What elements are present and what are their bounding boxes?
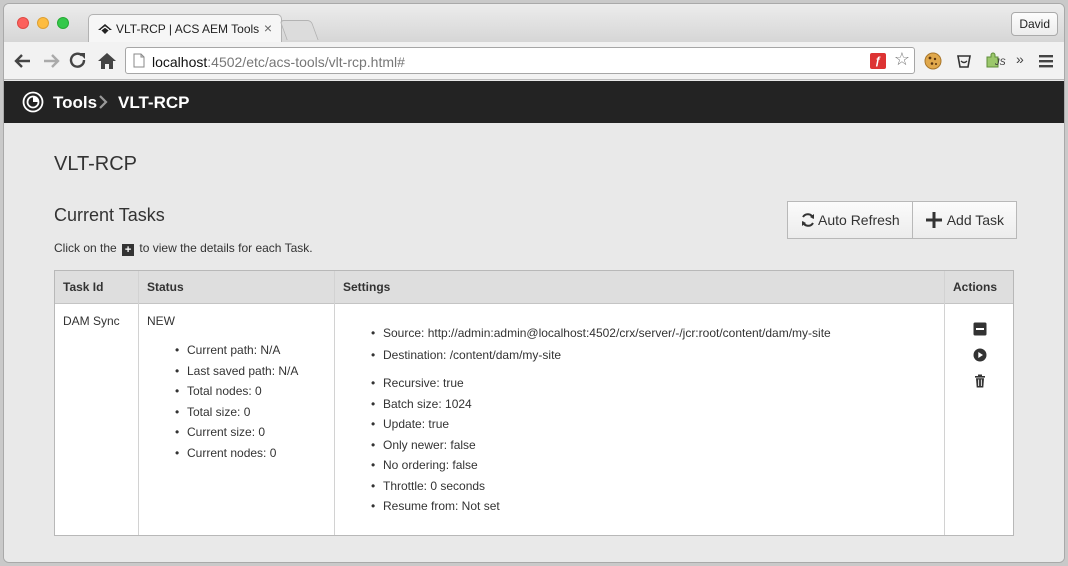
play-icon[interactable]: [973, 348, 987, 362]
cookie-extension-icon[interactable]: [923, 51, 943, 71]
reload-icon[interactable]: [67, 50, 89, 72]
main-content: VLT-RCP Current Tasks Click on the + to …: [4, 123, 1064, 562]
profile-button[interactable]: David: [1011, 12, 1058, 36]
url-text: localhost:4502/etc/acs-tools/vlt-rcp.htm…: [152, 54, 405, 70]
hint-text: Click on the + to view the details for e…: [54, 241, 313, 256]
back-icon[interactable]: [12, 50, 34, 72]
list-item: Only newer: false: [369, 435, 500, 456]
js-extension-label: JS: [995, 57, 1006, 67]
page-title: VLT-RCP: [54, 153, 137, 175]
list-item: Current path: N/A: [173, 340, 298, 361]
more-extensions-icon[interactable]: »: [1016, 51, 1024, 67]
browser-window: VLT-RCP | ACS AEM Tools × David localhos…: [3, 3, 1065, 563]
list-item: Update: true: [369, 414, 500, 435]
list-item: Total nodes: 0: [173, 381, 298, 402]
column-divider: [944, 271, 945, 535]
bookmark-star-icon[interactable]: ☆: [894, 49, 910, 70]
chevron-right-icon: [99, 95, 108, 109]
extension-cup-icon[interactable]: [955, 52, 973, 70]
column-header-actions: Actions: [953, 280, 998, 294]
refresh-icon: [802, 213, 814, 227]
expand-plus-icon: +: [122, 244, 135, 256]
page-icon: [133, 53, 145, 68]
auto-refresh-button[interactable]: Auto Refresh: [787, 201, 913, 239]
settings-paths-list: Source: http://admin:admin@localhost:450…: [369, 322, 831, 366]
section-title: Current Tasks: [54, 205, 165, 225]
list-item: Current size: 0: [173, 422, 298, 443]
browser-tab[interactable]: VLT-RCP | ACS AEM Tools ×: [88, 14, 282, 43]
list-item: Recursive: true: [369, 373, 500, 394]
forward-icon[interactable]: [40, 50, 62, 72]
js-extension-icon[interactable]: JS: [985, 51, 1007, 71]
add-task-button[interactable]: Add Task: [912, 201, 1018, 239]
column-header-task-id: Task Id: [63, 280, 104, 294]
list-item: Last saved path: N/A: [173, 361, 298, 382]
list-item: Batch size: 1024: [369, 394, 500, 415]
collapse-icon[interactable]: [973, 322, 987, 336]
tasks-table: Task Id Status Settings Actions DAM Sync…: [54, 270, 1014, 536]
breadcrumb-current: VLT-RCP: [118, 93, 190, 112]
favicon-icon: [98, 24, 112, 34]
breadcrumb-tools[interactable]: Tools: [53, 93, 97, 113]
flash-plugin-icon[interactable]: ƒ: [870, 53, 886, 69]
list-item: Total size: 0: [173, 402, 298, 423]
tab-close-icon[interactable]: ×: [264, 20, 272, 36]
list-item: Source: http://admin:admin@localhost:450…: [369, 322, 831, 344]
status-details-list: Current path: N/A Last saved path: N/A T…: [173, 340, 298, 464]
close-window-button[interactable]: [17, 17, 29, 29]
tab-title: VLT-RCP | ACS AEM Tools: [116, 22, 260, 36]
address-bar[interactable]: localhost:4502/etc/acs-tools/vlt-rcp.htm…: [125, 47, 915, 74]
trash-icon[interactable]: [974, 374, 986, 388]
column-header-settings: Settings: [343, 280, 391, 294]
column-divider: [334, 271, 335, 535]
column-header-status: Status: [147, 280, 184, 294]
new-tab-button[interactable]: [279, 20, 319, 40]
list-item: Current nodes: 0: [173, 443, 298, 464]
task-id-cell: DAM Sync: [63, 314, 120, 328]
list-item: No ordering: false: [369, 455, 500, 476]
add-task-label: Add Task: [946, 212, 1005, 228]
minimize-window-button[interactable]: [37, 17, 49, 29]
column-divider: [138, 271, 139, 535]
list-item: Destination: /content/dam/my-site: [369, 344, 831, 366]
table-header: Task Id Status Settings Actions: [55, 271, 1013, 304]
status-cell: NEW: [147, 314, 175, 328]
zoom-window-button[interactable]: [57, 17, 69, 29]
settings-options-list: Recursive: true Batch size: 1024 Update:…: [369, 373, 500, 517]
auto-refresh-label: Auto Refresh: [818, 212, 900, 228]
app-header: Tools VLT-RCP: [4, 81, 1064, 123]
aem-logo-icon[interactable]: [22, 91, 44, 113]
title-bar: VLT-RCP | ACS AEM Tools × David: [4, 4, 1064, 43]
list-item: Throttle: 0 seconds: [369, 476, 500, 497]
browser-toolbar: localhost:4502/etc/acs-tools/vlt-rcp.htm…: [4, 42, 1064, 80]
menu-icon[interactable]: [1038, 53, 1054, 69]
plus-icon: [925, 212, 942, 228]
list-item: Resume from: Not set: [369, 496, 500, 517]
task-button-group: Auto Refresh Add Task: [787, 201, 1018, 239]
home-icon[interactable]: [96, 50, 118, 72]
